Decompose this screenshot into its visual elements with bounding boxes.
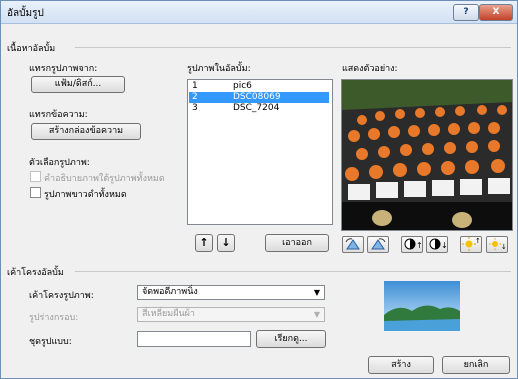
increase-contrast-button[interactable]: ↑ [401,236,423,253]
rotate-left-icon [345,238,360,250]
arrow-up-icon: ↑ [199,236,209,249]
album-layout-section-title: เค้าโครงอัลบั้ม [7,268,64,278]
list-item-index: 1 [192,81,198,91]
move-down-button[interactable]: ↓ [217,234,235,252]
frame-shape-select[interactable]: สี่เหลี่ยมผืนผ้า ▼ [137,307,325,322]
cancel-button[interactable]: ยกเลิก [442,356,510,374]
section-divider [75,271,511,272]
theme-input[interactable] [137,331,251,347]
create-button[interactable]: สร้าง [368,356,434,374]
list-item-name: DSC08069 [233,92,281,102]
photo-album-dialog: อัลบั้มรูป ? X เนื้อหาอัลบั้ม แทรกรูปภาพ… [0,0,518,379]
list-item[interactable]: 3 DSC_7204 [189,103,329,114]
pictures-listbox[interactable]: 1 pic6 2 DSC08069 3 DSC_7204 [187,79,333,225]
list-item-index: 3 [192,103,198,113]
chevron-down-icon: ▼ [313,288,320,297]
svg-text:↑: ↑ [416,241,422,250]
preview-photo-graphic [342,80,512,230]
picture-options-label: ตัวเลือกรูปภาพ: [29,158,90,168]
insert-text-label: แทรกข้อความ: [29,110,88,120]
move-up-button[interactable]: ↑ [195,234,213,252]
remove-button-label: เอาออก [282,238,312,248]
insert-from-label: แทรกรูปภาพจาก: [29,64,98,74]
brightness-down-icon: ↓ [489,238,507,251]
browse-button-label: เรียกดู... [274,334,308,344]
preview-label: แสดงตัวอย่าง: [342,64,398,74]
decrease-brightness-button[interactable]: ↓ [486,236,508,253]
title-bar: อัลบั้มรูป ? X [1,1,517,24]
help-button[interactable]: ? [453,4,479,21]
contrast-up-icon: ↑ [404,238,423,250]
layout-preview-image [384,281,460,331]
frame-shape-value: สี่เหลี่ยมผืนผ้า [142,309,195,319]
picture-layout-label: เค้าโครงรูปภาพ: [29,291,94,301]
list-item-index: 2 [192,92,198,102]
album-content-section-title: เนื้อหาอัลบั้ม [7,44,56,54]
decrease-contrast-button[interactable]: ↓ [426,236,448,253]
pictures-in-album-label: รูปภาพในอัลบั้ม: [187,64,251,74]
svg-text:↓: ↓ [501,243,507,251]
theme-label: ชุดรูปแบบ: [29,337,72,347]
list-item-name: DSC_7204 [233,103,280,113]
increase-brightness-button[interactable]: ↑ [460,236,482,253]
captions-option-label: คำอธิบายภาพใต้รูปภาพทั้งหมด [44,174,165,184]
list-item-selected[interactable]: 2 DSC08069 [189,92,329,103]
landscape-thumbnail-graphic [384,281,460,331]
picture-layout-value: จัดพอดีภาพนิ่ง [142,287,198,297]
window-title: อัลบั้มรูป [7,8,44,19]
chevron-down-icon: ▼ [313,310,320,319]
frame-shape-label: รูปร่างกรอบ: [29,313,79,323]
file-disk-button[interactable]: แฟ้ม/ดิสก์... [31,76,125,93]
remove-button[interactable]: เอาออก [265,234,329,252]
new-textbox-button[interactable]: สร้างกล่องข้อความ [31,123,141,140]
rotate-right-button[interactable] [367,236,389,253]
rotate-left-button[interactable] [342,236,364,253]
rotate-right-icon [371,238,386,250]
black-white-option-label: รูปภาพขาวดำทั้งหมด [44,190,127,200]
brightness-up-icon: ↑ [462,237,481,251]
svg-text:↑: ↑ [475,237,481,245]
picture-layout-select[interactable]: จัดพอดีภาพนิ่ง ▼ [137,285,325,300]
create-button-label: สร้าง [391,360,411,370]
file-disk-button-label: แฟ้ม/ดิสก์... [54,79,102,89]
captions-checkbox[interactable] [30,171,41,182]
arrow-down-icon: ↓ [221,236,231,249]
new-textbox-button-label: สร้างกล่องข้อความ [48,126,124,136]
cancel-button-label: ยกเลิก [463,360,489,370]
list-item[interactable]: 1 pic6 [189,81,329,92]
browse-button[interactable]: เรียกดู... [256,330,326,348]
contrast-down-icon: ↓ [429,238,448,250]
preview-image [341,79,513,231]
close-button[interactable]: X [479,4,513,21]
svg-text:↓: ↓ [441,241,447,250]
black-white-checkbox[interactable] [30,187,41,198]
section-divider [75,47,511,48]
list-item-name: pic6 [233,81,252,91]
